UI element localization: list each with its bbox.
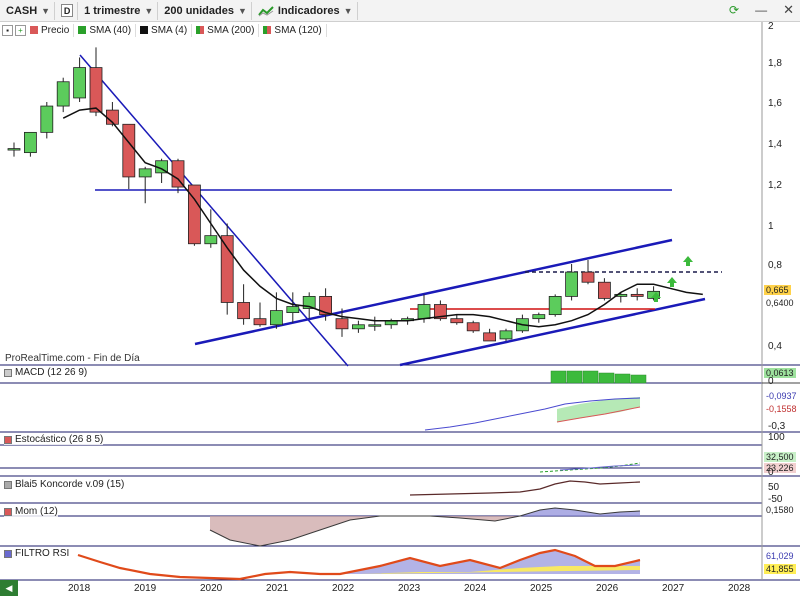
candle (7, 142, 21, 157)
stoch-panel-title[interactable]: Estocástico (26 8 5) (4, 434, 104, 445)
candle (368, 316, 382, 331)
rsi-panel-title[interactable]: FILTRO RSI (4, 548, 70, 559)
candle (532, 312, 546, 323)
macd-tick: -0,3 (768, 421, 786, 432)
year-label: 2024 (464, 583, 487, 594)
macd-bar (550, 370, 567, 384)
macd-title-label: MACD (12 26 9) (15, 367, 88, 378)
koncorde-tick: 50 (768, 482, 780, 493)
macd-bar (598, 372, 615, 384)
mom-title-label: Mom (12) (15, 506, 58, 517)
macd-histogram (550, 370, 647, 384)
stoch-k-tag: 32,500 (764, 452, 796, 462)
candle (499, 328, 513, 341)
price-tick: 0,4 (768, 341, 782, 352)
stoch-tick: 100 (768, 432, 785, 443)
rsi-title-label: FILTRO RSI (15, 548, 70, 559)
year-label: 2026 (596, 583, 619, 594)
year-label: 2021 (266, 583, 289, 594)
koncorde-icon (4, 480, 12, 489)
signal-arrows (651, 256, 693, 302)
koncorde-tick: -50 (768, 494, 783, 505)
drawing-tools[interactable] (79, 54, 722, 367)
year-label: 2025 (530, 583, 553, 594)
candle (630, 288, 644, 301)
candle (122, 123, 136, 190)
watermark: ProRealTime.com - Fin de Día (5, 353, 140, 364)
candle (138, 166, 152, 204)
last-price-tag: 0,665 (764, 285, 791, 295)
koncorde-panel-title[interactable]: Blai5 Koncorde v.09 (15) (4, 479, 125, 490)
chart-canvas[interactable] (0, 0, 800, 596)
rsi-tag-2: 41,855 (764, 564, 796, 574)
candle (466, 320, 480, 333)
up-arrow-icon (683, 256, 693, 266)
macd-icon (4, 368, 12, 377)
price-tick: 1,2 (768, 180, 782, 191)
candle (73, 57, 86, 102)
koncorde-title-label: Blai5 Koncorde v.09 (15) (15, 479, 125, 490)
year-label: 2020 (200, 583, 223, 594)
year-label: 2027 (662, 583, 685, 594)
macd-lines (424, 397, 641, 431)
candle (237, 284, 251, 325)
price-tick: 0,8 (768, 260, 782, 271)
candle (89, 47, 103, 117)
year-label: 2019 (134, 583, 157, 594)
rsi-icon (4, 549, 12, 558)
macd-bar (566, 370, 583, 384)
candle (483, 328, 497, 342)
scroll-left-icon[interactable]: ◀ (0, 580, 18, 596)
price-tick: 1,4 (768, 139, 782, 150)
price-tick: 2 (768, 21, 774, 32)
candle (40, 102, 54, 139)
year-label: 2028 (728, 583, 751, 594)
year-label: 2022 (332, 583, 355, 594)
candlestick-series (7, 47, 660, 342)
macd-bar (614, 373, 631, 384)
macd-line-tag: -0,0937 (764, 391, 799, 401)
macd-signal-tag: -0,1558 (764, 404, 799, 414)
sma-price-tag: 0,6400 (764, 298, 796, 308)
candle (548, 294, 562, 317)
momentum-area (209, 507, 641, 547)
rsi-tag: 61,029 (764, 551, 796, 561)
rsi-filter (77, 548, 641, 581)
macd-tick: 0 (768, 376, 774, 387)
koncorde-lines (409, 480, 641, 496)
mom-tag: 0,1580 (764, 505, 796, 515)
year-label: 2023 (398, 583, 421, 594)
candle (351, 320, 365, 333)
candle (220, 223, 234, 315)
stoch-tick: 0 (768, 467, 774, 478)
stoch-icon (4, 435, 12, 444)
candle (565, 264, 578, 301)
macd-panel-title[interactable]: MACD (12 26 9) (4, 367, 88, 378)
candle (23, 131, 37, 157)
price-tick: 1,6 (768, 98, 782, 109)
price-tick: 1 (768, 221, 774, 232)
candle (450, 314, 464, 325)
mom-panel-title[interactable]: Mom (12) (4, 506, 58, 517)
stoch-title-label: Estocástico (26 8 5) (15, 434, 104, 445)
panel-borders (0, 364, 800, 581)
candle (581, 259, 595, 285)
candle (598, 278, 611, 301)
candle (56, 77, 70, 113)
candle (253, 302, 267, 327)
up-arrow-icon (667, 277, 677, 287)
macd-bar (582, 370, 599, 384)
macd-bar (630, 374, 647, 384)
candle (614, 292, 628, 303)
year-label: 2018 (68, 583, 91, 594)
mom-icon (4, 507, 12, 516)
price-tick: 1,8 (768, 58, 782, 69)
